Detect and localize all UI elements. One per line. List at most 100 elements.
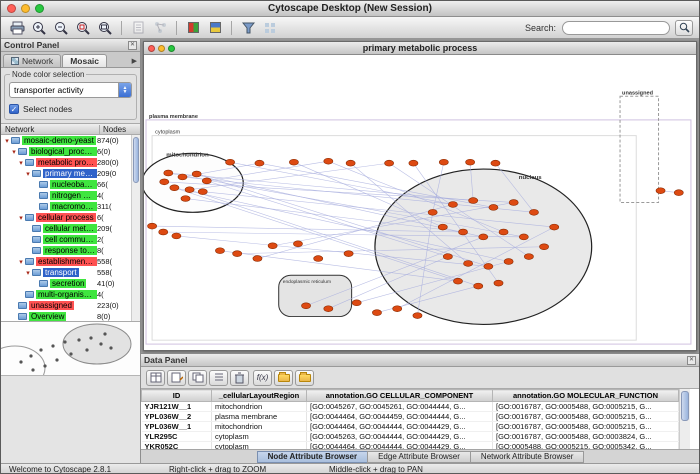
network-node[interactable]: [466, 159, 475, 165]
import-attributes-button[interactable]: [274, 370, 293, 386]
network-node[interactable]: [458, 229, 467, 235]
export-attributes-button[interactable]: [295, 370, 314, 386]
zoom-fit-button[interactable]: [95, 19, 115, 37]
tree-row[interactable]: ▾biological_process6(0): [1, 146, 131, 157]
column-header[interactable]: annotation.GO MOLECULAR_FUNCTION: [493, 390, 679, 402]
network-canvas[interactable]: plasma membranecytoplasmmitochondrionnuc…: [144, 55, 696, 350]
network-node[interactable]: [314, 256, 323, 262]
filter-button[interactable]: [238, 19, 258, 37]
column-header[interactable]: _cellularLayoutRegion: [212, 390, 307, 402]
vizmapper-button[interactable]: [183, 19, 203, 37]
network-node[interactable]: [215, 248, 224, 254]
network-node[interactable]: [409, 160, 418, 166]
network-node[interactable]: [202, 178, 211, 184]
delete-attribute-button[interactable]: [230, 370, 249, 386]
network-window-close-button[interactable]: [148, 45, 155, 52]
network-node[interactable]: [344, 251, 353, 257]
attribute-list-button[interactable]: [209, 370, 228, 386]
tab-network[interactable]: Network: [3, 54, 61, 67]
network-window-titlebar[interactable]: primary metabolic process: [144, 42, 696, 55]
zoom-selected-button[interactable]: [73, 19, 93, 37]
network-node[interactable]: [226, 159, 235, 165]
hide-selected-button[interactable]: [128, 19, 148, 37]
network-node[interactable]: [289, 159, 298, 165]
zoom-window-button[interactable]: [35, 4, 44, 13]
network-node[interactable]: [494, 280, 503, 286]
network-node[interactable]: [550, 224, 559, 230]
network-node[interactable]: [491, 160, 500, 166]
tree-scrollbar[interactable]: [131, 135, 140, 321]
expander-icon[interactable]: ▾: [24, 269, 32, 277]
minimize-window-button[interactable]: [21, 4, 30, 13]
tree-row[interactable]: ▾establishment of lo...558(: [1, 256, 131, 267]
network-node[interactable]: [428, 209, 437, 215]
search-go-button[interactable]: [675, 20, 693, 36]
network-node[interactable]: [172, 233, 181, 239]
print-button[interactable]: [7, 19, 27, 37]
network-node[interactable]: [324, 306, 333, 312]
expander-icon[interactable]: ▾: [17, 214, 25, 222]
network-node[interactable]: [484, 263, 493, 269]
table-row[interactable]: YJR121W__1mitochondrion[GO:0045267, GO:0…: [142, 402, 679, 412]
network-node[interactable]: [352, 300, 361, 306]
network-node[interactable]: [293, 241, 302, 247]
tree-scrollbar-thumb[interactable]: [133, 137, 139, 183]
zoom-in-button[interactable]: [29, 19, 49, 37]
tree-row[interactable]: nucleobase...66(: [1, 179, 131, 190]
network-node[interactable]: [504, 259, 513, 265]
network-node[interactable]: [148, 223, 157, 229]
network-window-minimize-button[interactable]: [158, 45, 165, 52]
control-panel-close-button[interactable]: ✕: [128, 41, 137, 50]
tree-row[interactable]: Overview8(0): [1, 311, 131, 321]
tree-row[interactable]: nitrogen compo...4(: [1, 190, 131, 201]
table-row[interactable]: YPL036W__1mitochondrion[GO:0044464, GO:0…: [142, 422, 679, 432]
tab-node-attribute-browser[interactable]: Node Attribute Browser: [257, 451, 369, 463]
network-node[interactable]: [448, 202, 457, 208]
network-node[interactable]: [268, 243, 277, 249]
tab-edge-attribute-browser[interactable]: Edge Attribute Browser: [367, 451, 471, 463]
tab-mosaic[interactable]: Mosaic: [62, 54, 107, 67]
tree-row[interactable]: cellular metabo...209(: [1, 223, 131, 234]
network-node[interactable]: [372, 310, 381, 316]
data-panel-close-button[interactable]: ✕: [687, 356, 696, 365]
network-node[interactable]: [301, 303, 310, 309]
network-node[interactable]: [499, 229, 508, 235]
table-scrollbar[interactable]: [679, 389, 690, 449]
network-node[interactable]: [453, 278, 462, 284]
network-node[interactable]: [160, 179, 169, 185]
tab-network-attribute-browser[interactable]: Network Attribute Browser: [470, 451, 584, 463]
color-attribute-dropdown[interactable]: transporter activity ▲▼: [9, 82, 132, 98]
expander-icon[interactable]: ▾: [17, 159, 25, 167]
network-node[interactable]: [443, 254, 452, 260]
nodes-column-header[interactable]: Nodes: [100, 125, 140, 134]
formula-builder-button[interactable]: f(x): [253, 370, 272, 386]
tree-row[interactable]: macromolecule...311(: [1, 201, 131, 212]
tree-row[interactable]: response to stimul...8(: [1, 245, 131, 256]
network-column-header[interactable]: Network: [1, 125, 100, 134]
network-node[interactable]: [540, 244, 549, 250]
expander-icon[interactable]: ▾: [24, 170, 32, 178]
column-header[interactable]: ID: [142, 390, 212, 402]
zoom-out-button[interactable]: [51, 19, 71, 37]
network-node[interactable]: [413, 313, 422, 319]
network-node[interactable]: [324, 158, 333, 164]
annotation-button[interactable]: [205, 19, 225, 37]
expander-icon[interactable]: ▾: [3, 137, 11, 145]
network-node[interactable]: [656, 188, 665, 194]
copy-attribute-button[interactable]: [188, 370, 207, 386]
network-node[interactable]: [255, 160, 264, 166]
network-node[interactable]: [469, 198, 478, 204]
network-node[interactable]: [524, 254, 533, 260]
tree-row[interactable]: cell communicati...2(: [1, 234, 131, 245]
network-node[interactable]: [489, 204, 498, 210]
new-network-from-selection-button[interactable]: [150, 19, 170, 37]
tree-row[interactable]: unassigned223(0): [1, 300, 131, 311]
select-nodes-checkbox[interactable]: ✓: [9, 104, 19, 114]
expander-icon[interactable]: ▾: [10, 148, 18, 156]
tree-row[interactable]: secretion41(0): [1, 278, 131, 289]
tree-row[interactable]: multi-organism pro...4(: [1, 289, 131, 300]
tree-row[interactable]: ▾metabolic process280(0): [1, 157, 131, 168]
tree-row[interactable]: ▾primary metab...209(0: [1, 168, 131, 179]
tree-row[interactable]: ▾mosaic-demo-yeast874(0): [1, 135, 131, 146]
network-node[interactable]: [479, 234, 488, 240]
